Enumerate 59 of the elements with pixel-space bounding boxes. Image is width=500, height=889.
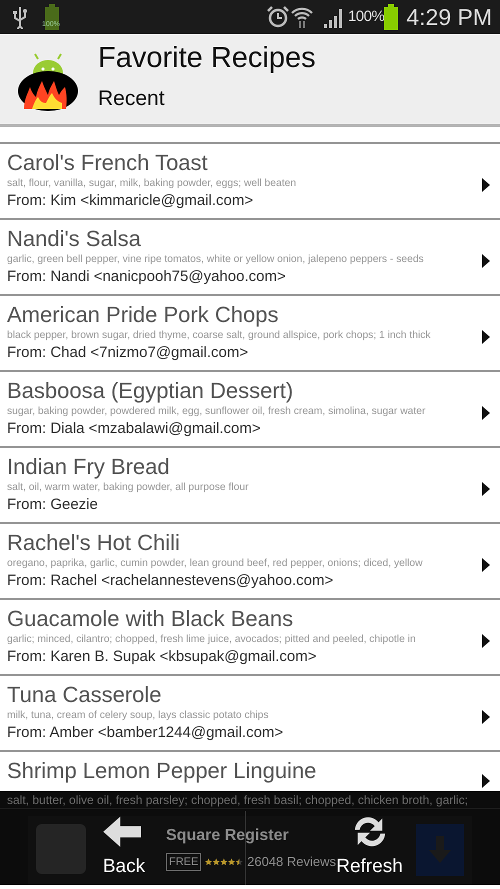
recipe-title: American Pride Pork Chops: [7, 302, 280, 328]
recipe-ingredients: sugar, baking powder, powdered milk, egg, sunflower oil, fresh cream, simolina, sugar water: [7, 405, 426, 419]
price-tag: FREE: [166, 852, 202, 871]
recipe-ingredients: milk, tuna, cream of celery soup, lays classic potato chips: [7, 709, 270, 723]
recipe-author: From: Kim <kimmaricle@gmail.com>: [7, 191, 254, 211]
recipe-title: Rachel's Hot Chili: [7, 530, 181, 556]
recipe-title: Nandi's Salsa: [7, 226, 142, 252]
recipe-author: From: Diala <mzabalawi@gmail.com>: [7, 419, 262, 439]
recipe-author: From: Amber <bamber1244@gmail.com>: [7, 723, 284, 743]
recipe-title: Shrimp Lemon Pepper Linguine: [7, 758, 318, 784]
recipe-author: From: Nandi <nanicpooh75@yahoo.com>: [7, 267, 287, 287]
ad-title: Square Register: [166, 826, 290, 846]
recipe-ingredients: oregano, paprika, garlic, cumin powder, lean ground beef, red pepper, onions; diced, yellow: [7, 557, 424, 571]
recipe-title: Guacamole with Black Beans: [7, 606, 294, 632]
recipe-title: Indian Fry Bread: [7, 454, 171, 480]
chevron-right-icon: [482, 634, 490, 648]
chevron-right-icon: [482, 482, 490, 496]
recipe-ingredients: black pepper, brown sugar, dried thyme, coarse salt, ground allspice, pork chops; 1 inch thick: [7, 329, 432, 343]
recipe-row[interactable]: Carol's French Toast salt, flour, vanilla, sugar, milk, baking powder, eggs; well beaten From: Kim <kimmaricle@gmail.com>: [0, 144, 500, 220]
chevron-right-icon: [482, 406, 490, 420]
recipe-row[interactable]: Basboosa (Egyptian Dessert) sugar, baking powder, powdered milk, egg, sunflower oil, fresh cream, simolina, sugar water From: Diala <mzabalawi@gmail.com>: [0, 372, 500, 448]
screen-subtitle: Recent: [98, 86, 166, 112]
chevron-right-icon: [482, 254, 490, 268]
chevron-right-icon: [482, 710, 490, 724]
app-title: Favorite Recipes: [98, 43, 316, 76]
recipe-ingredients: salt, oil, warm water, baking powder, all purpose flour: [7, 481, 250, 495]
battery-icon: [384, 4, 398, 30]
recipe-author: From: Geezie: [7, 495, 99, 515]
chevron-right-icon: [482, 774, 490, 788]
recipe-ingredients: salt, butter, olive oil, fresh parsley; chopped, fresh basil; chopped, chicken broth, garlic;: [0, 791, 500, 809]
clock: 4:29 PM: [406, 2, 492, 32]
recipe-row[interactable]: Shrimp Lemon Pepper Linguine: [0, 752, 500, 791]
recipe-author: From: Rachel <rachelannestevens@yahoo.com>: [7, 571, 334, 591]
signal-icon: [322, 6, 344, 28]
recipe-ingredients: salt, flour, vanilla, sugar, milk, baking powder, eggs; well beaten: [7, 177, 298, 191]
battery-percent: 100%: [348, 6, 384, 27]
review-count: 26048 Reviews: [247, 853, 336, 871]
download-button[interactable]: [416, 824, 464, 876]
recipe-ingredients: garlic, green bell pepper, vine ripe tomatos, white or yellow onion, jalepeno peppers - seeds: [7, 253, 425, 267]
usb-icon: [12, 5, 28, 29]
recipe-author: From: Chad <7nizmo7@gmail.com>: [7, 343, 250, 363]
chevron-right-icon: [482, 330, 490, 344]
recipe-row[interactable]: Tuna Casserole milk, tuna, cream of celery soup, lays classic potato chips From: Amber <bamber1244@gmail.com>: [0, 676, 500, 752]
recipe-row[interactable]: Indian Fry Bread salt, oil, warm water, baking powder, all purpose flour From: Geezie: [0, 448, 500, 524]
recipe-row[interactable]: Rachel's Hot Chili oregano, paprika, garlic, cumin powder, lean ground beef, red pepper, onions; diced, yellow From: Rachel <rachelannestevens@yahoo.com>: [0, 524, 500, 600]
menu-button[interactable]: Refresh: [336, 811, 403, 885]
recipe-title: Basboosa (Egyptian Dessert): [7, 378, 294, 404]
chevron-right-icon: [482, 558, 490, 572]
wifi-icon: [290, 5, 314, 29]
recipe-ingredients: garlic; minced, cilantro; chopped, fresh lime juice, avocados; pitted and peeled, chipotle in: [7, 633, 417, 647]
recipe-title: Tuna Casserole: [7, 682, 162, 708]
menu-button[interactable]: Back: [100, 811, 148, 885]
recipe-row[interactable]: Nandi's Salsa garlic, green bell pepper, vine ripe tomatos, white or yellow onion, jalepeno peppers - seeds From: Nandi <nanicpooh75@yahoo.com>: [0, 220, 500, 296]
recipe-author: From: Karen B. Supak <kbsupak@gmail.com>: [7, 647, 318, 667]
recipe-row[interactable]: Guacamole with Black Beans garlic; minced, cilantro; chopped, fresh lime juice, avocados; pitted and peeled, chipotle in From: Karen B. Supak <kbsupak@gmail.com>: [0, 600, 500, 676]
recipe-row[interactable]: American Pride Pork Chops black pepper, brown sugar, dried thyme, coarse salt, ground allspice, pork chops; 1 inch thick From: Chad <7nizmo7@gmail.com>: [0, 296, 500, 372]
recipe-title: Carol's French Toast: [7, 150, 209, 176]
chevron-right-icon: [482, 178, 490, 192]
alarm-icon: [266, 5, 290, 29]
